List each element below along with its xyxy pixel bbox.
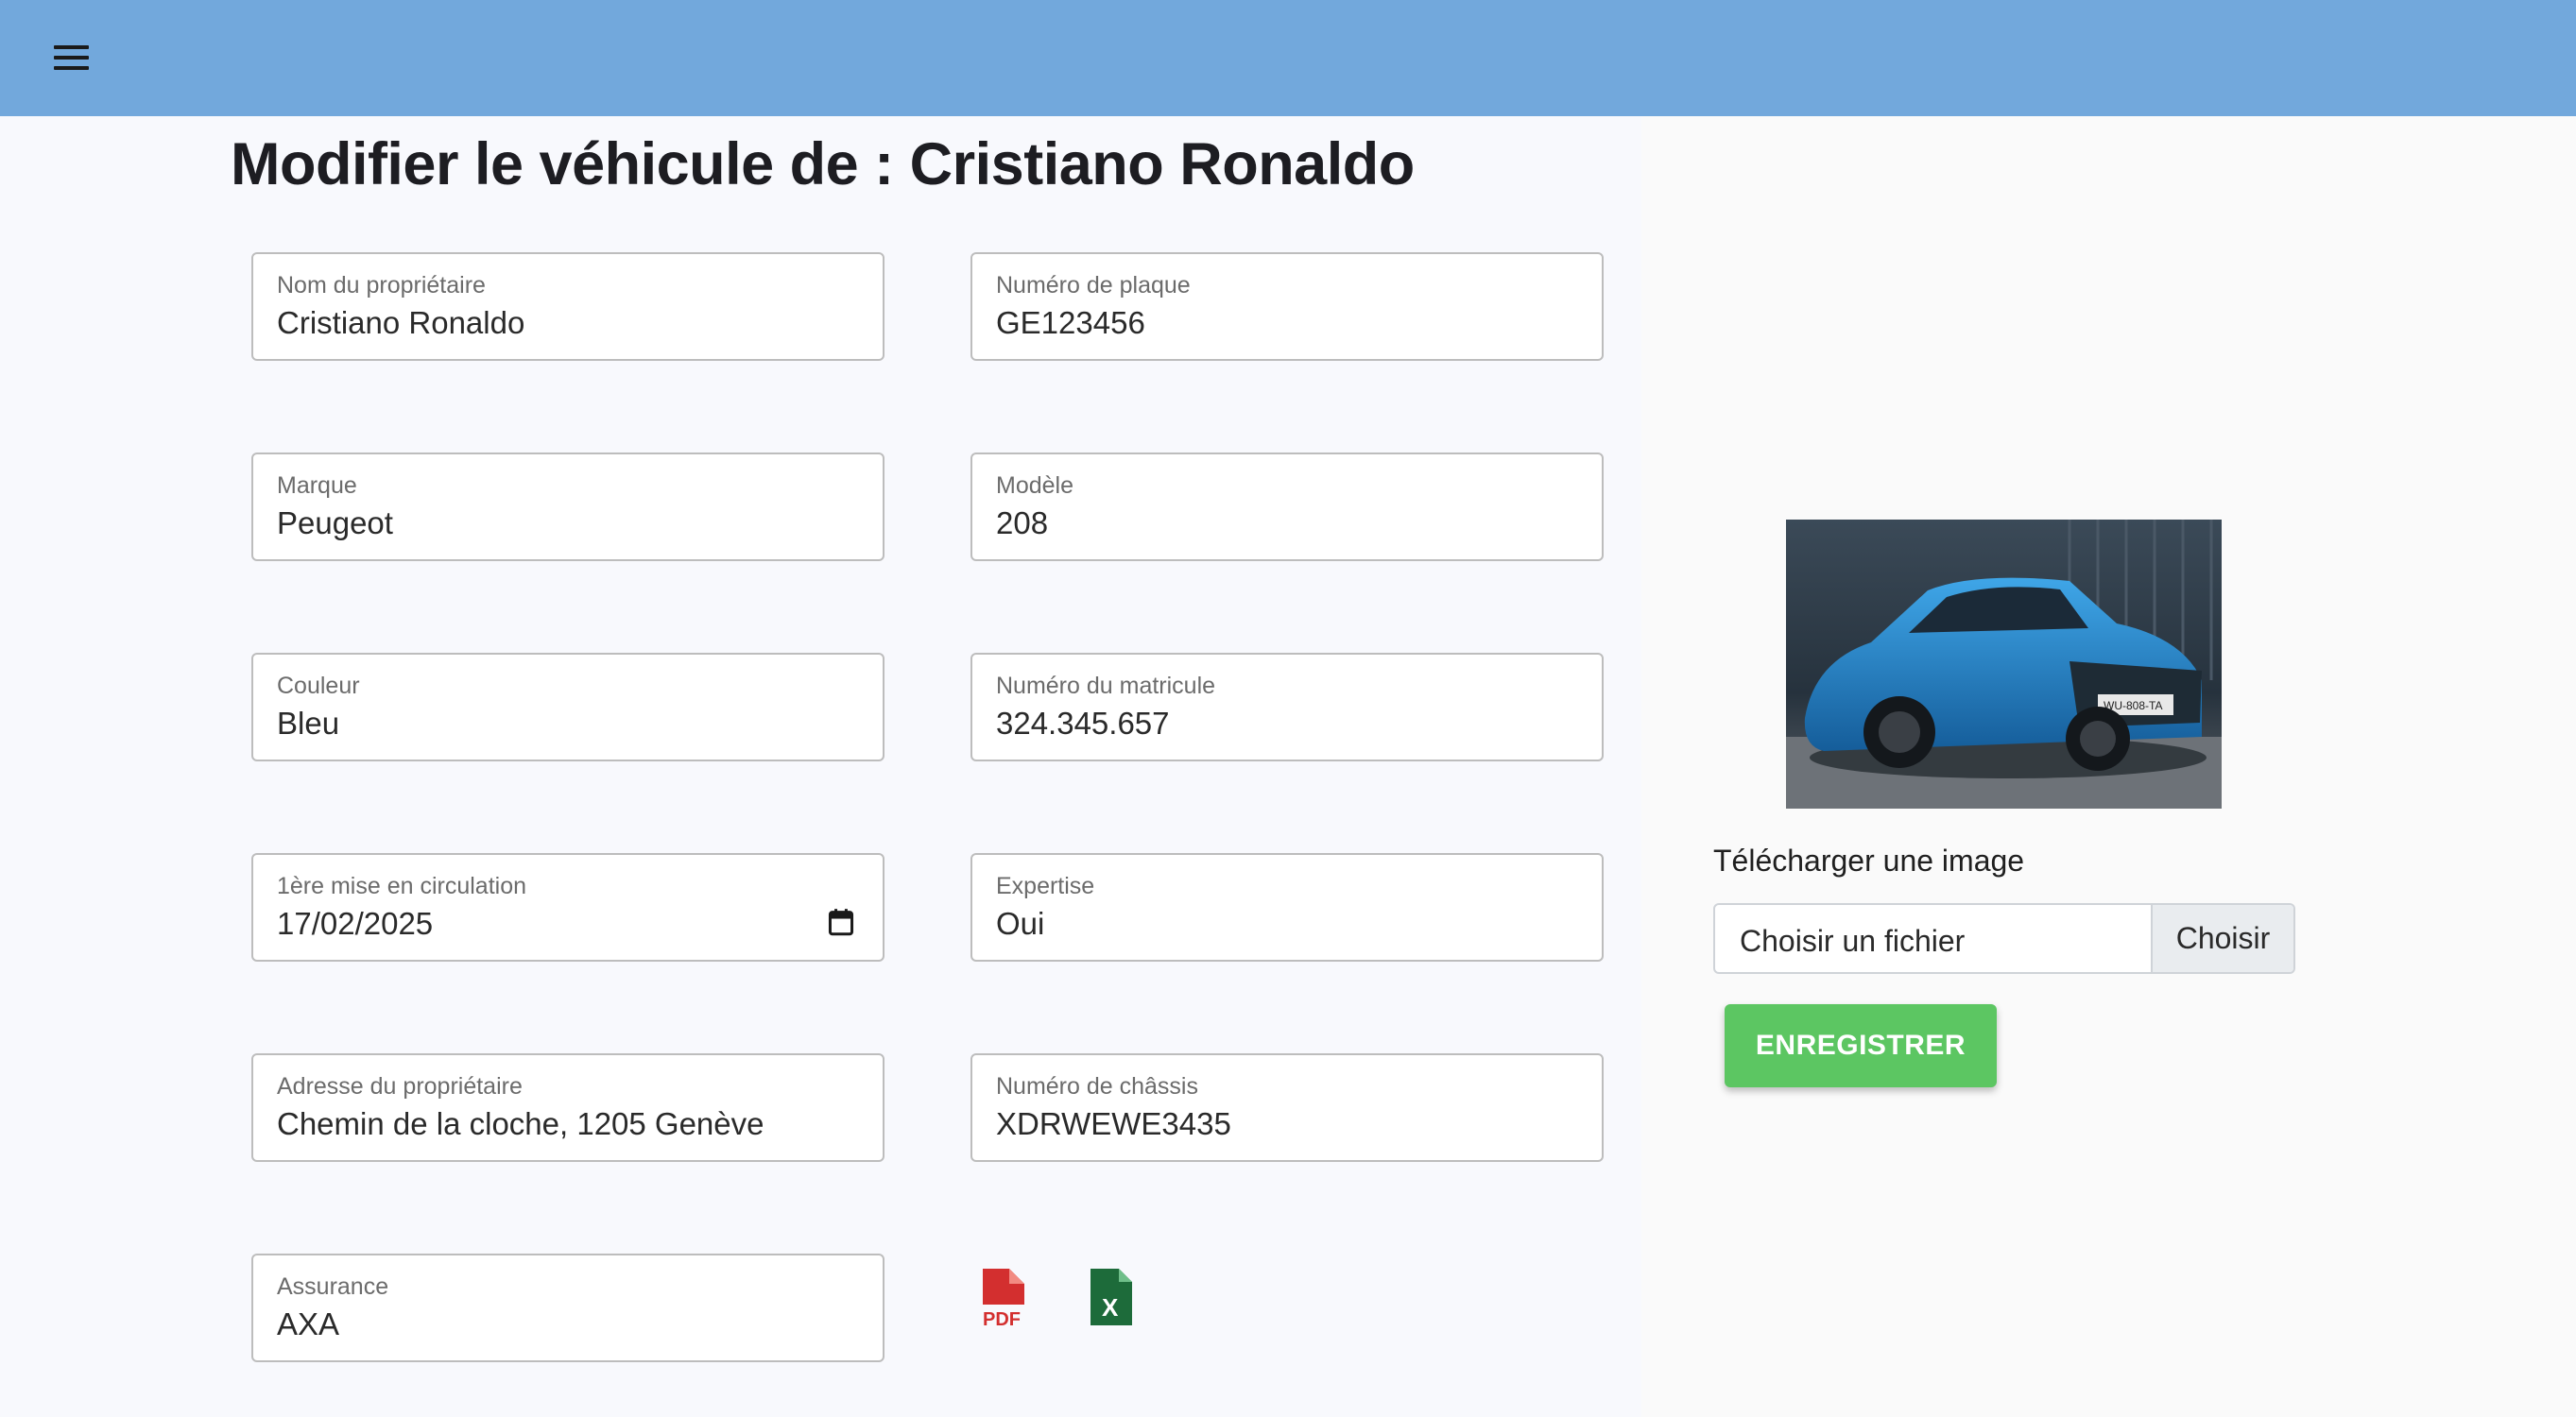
- file-name-placeholder[interactable]: Choisir un fichier: [1740, 924, 1965, 959]
- excel-label: X: [1102, 1293, 1119, 1322]
- brand-label: Marque: [277, 472, 357, 499]
- owner-name-field[interactable]: Nom du propriétaire Cristiano Ronaldo: [251, 252, 884, 361]
- color-label: Couleur: [277, 673, 360, 699]
- menu-icon[interactable]: [52, 42, 92, 74]
- first-registration-label: 1ère mise en circulation: [277, 873, 527, 899]
- plate-number-field[interactable]: Numéro de plaque GE123456: [970, 252, 1604, 361]
- chassis-number-field[interactable]: Numéro de châssis XDRWEWE3435: [970, 1053, 1604, 1162]
- color-value[interactable]: Bleu: [277, 706, 339, 742]
- first-registration-value[interactable]: 17/02/2025: [277, 906, 433, 942]
- brand-field[interactable]: Marque Peugeot: [251, 452, 884, 561]
- insurance-label: Assurance: [277, 1273, 389, 1300]
- page-title: Modifier le véhicule de : Cristiano Rona…: [231, 131, 1415, 197]
- registration-number-value[interactable]: 324.345.657: [996, 706, 1170, 742]
- pdf-label: PDF: [983, 1309, 1021, 1327]
- expertise-label: Expertise: [996, 873, 1095, 899]
- excel-file-icon[interactable]: X: [1089, 1267, 1134, 1327]
- upload-image-label: Télécharger une image: [1713, 844, 2025, 878]
- model-value[interactable]: 208: [996, 505, 1048, 541]
- owner-name-value[interactable]: Cristiano Ronaldo: [277, 305, 524, 341]
- browse-button[interactable]: Choisir: [2151, 905, 2293, 972]
- top-app-bar: [0, 0, 2576, 116]
- calendar-icon[interactable]: [828, 908, 854, 936]
- model-label: Modèle: [996, 472, 1073, 499]
- owner-address-value[interactable]: Chemin de la cloche, 1205 Genève: [277, 1106, 764, 1142]
- plate-number-value[interactable]: GE123456: [996, 305, 1145, 341]
- expertise-field[interactable]: Expertise Oui: [970, 853, 1604, 962]
- owner-address-field[interactable]: Adresse du propriétaire Chemin de la clo…: [251, 1053, 884, 1162]
- file-upload-input[interactable]: Choisir un fichier Choisir: [1713, 903, 2295, 974]
- registration-number-label: Numéro du matricule: [996, 673, 1216, 699]
- save-button[interactable]: ENREGISTRER: [1725, 1004, 1997, 1087]
- first-registration-date-field[interactable]: 1ère mise en circulation 17/02/2025: [251, 853, 884, 962]
- expertise-value[interactable]: Oui: [996, 906, 1044, 942]
- insurance-field[interactable]: Assurance AXA: [251, 1254, 884, 1362]
- plate-number-label: Numéro de plaque: [996, 272, 1191, 299]
- vehicle-image: WU-808-TA: [1786, 520, 2222, 809]
- color-field[interactable]: Couleur Bleu: [251, 653, 884, 761]
- model-field[interactable]: Modèle 208: [970, 452, 1604, 561]
- chassis-number-label: Numéro de châssis: [996, 1073, 1198, 1100]
- owner-name-label: Nom du propriétaire: [277, 272, 486, 299]
- registration-number-field[interactable]: Numéro du matricule 324.345.657: [970, 653, 1604, 761]
- owner-address-label: Adresse du propriétaire: [277, 1073, 523, 1100]
- pdf-file-icon[interactable]: PDF: [977, 1267, 1036, 1327]
- chassis-number-value[interactable]: XDRWEWE3435: [996, 1106, 1231, 1142]
- insurance-value[interactable]: AXA: [277, 1306, 339, 1342]
- brand-value[interactable]: Peugeot: [277, 505, 393, 541]
